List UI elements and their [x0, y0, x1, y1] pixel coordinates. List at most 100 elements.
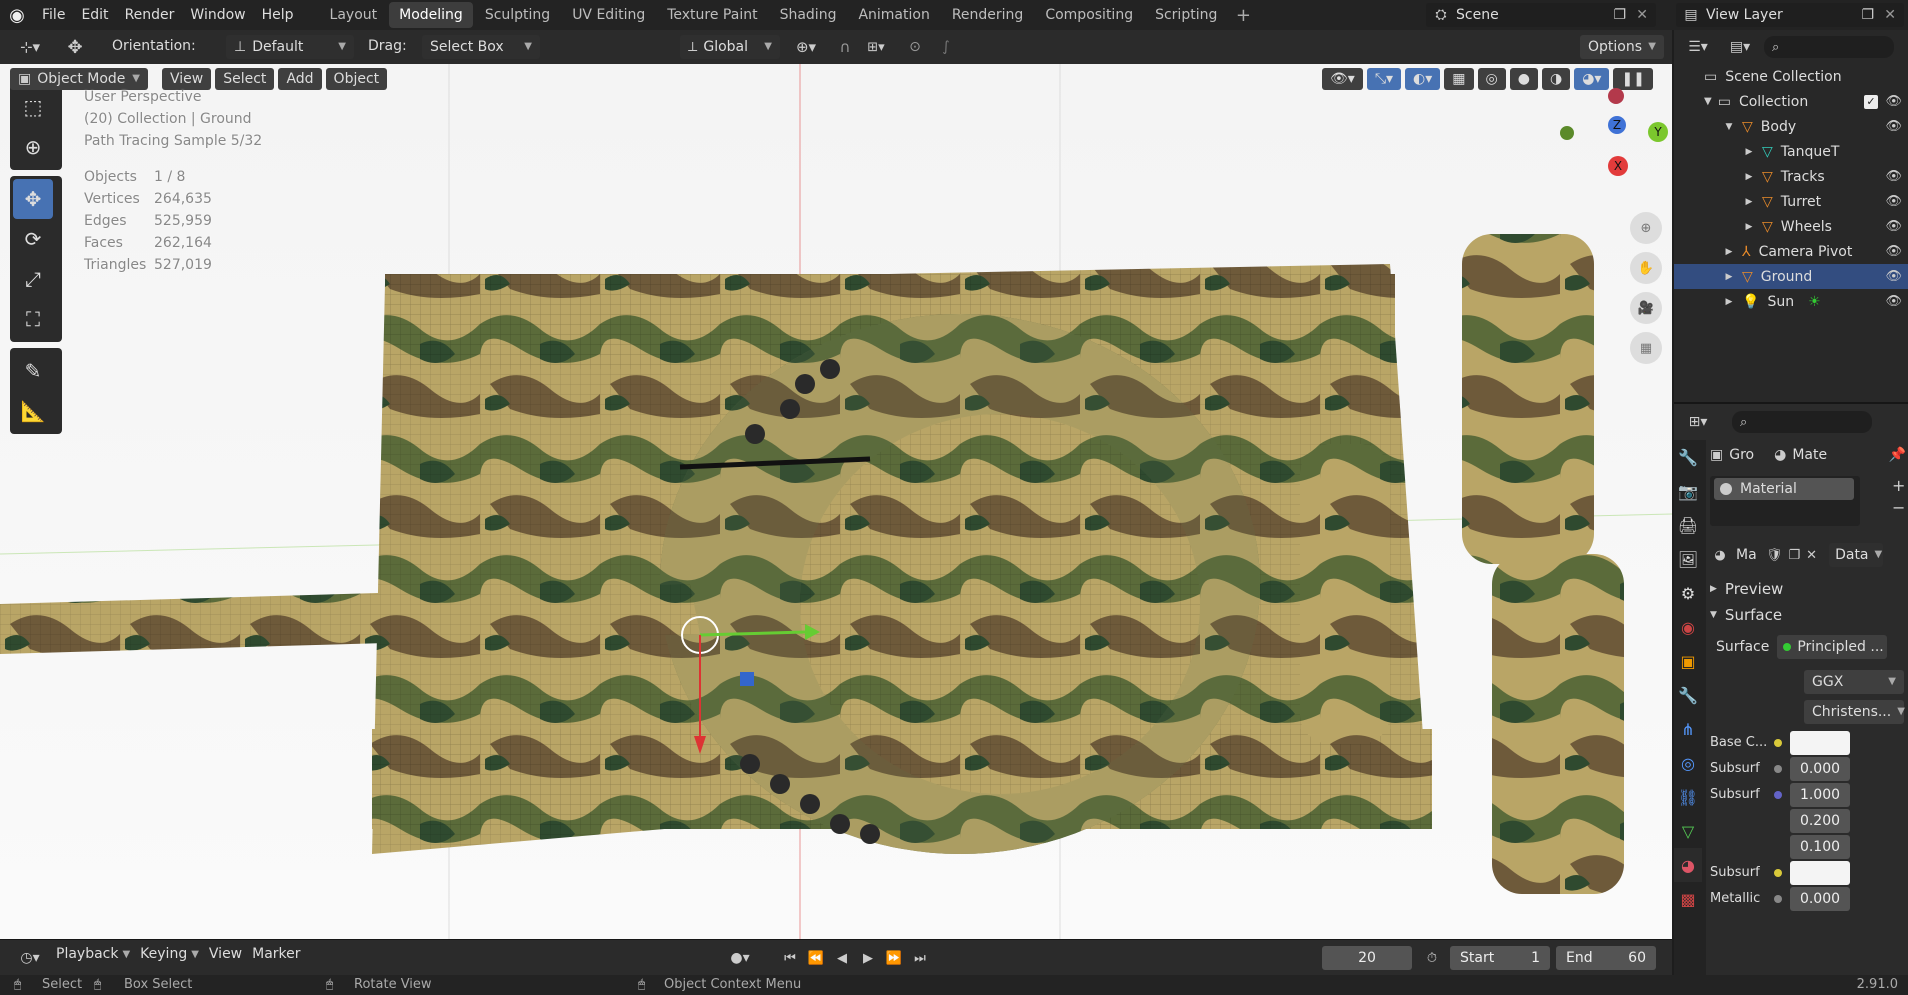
unlink-material-icon[interactable]: ✕	[1806, 548, 1817, 563]
menu-help[interactable]: Help	[254, 0, 302, 30]
start-frame-field[interactable]: Start 1	[1450, 946, 1550, 970]
eye-icon[interactable]: 👁	[1885, 294, 1902, 309]
transform-tool[interactable]: ⛶	[13, 299, 53, 339]
render-tab[interactable]: 📷	[1674, 474, 1702, 508]
expanded-icon[interactable]: ▼	[1724, 122, 1734, 132]
pivot-point-icon[interactable]: ⊕▾	[788, 35, 824, 59]
data-tab[interactable]: ▽	[1674, 814, 1702, 848]
subsurface-method-dropdown[interactable]: Christens... ▼	[1804, 700, 1905, 724]
outliner-editor-icon[interactable]: ☰▾	[1680, 35, 1716, 59]
xray-icon[interactable]: ▦	[1444, 68, 1474, 90]
camera-view-icon[interactable]: 🎥	[1630, 292, 1662, 324]
eye-icon[interactable]: 👁	[1885, 219, 1902, 234]
tab-compositing[interactable]: Compositing	[1035, 2, 1143, 28]
world-tab[interactable]: ◉	[1674, 610, 1702, 644]
jump-end-icon[interactable]: ⏭	[908, 946, 932, 970]
eye-icon[interactable]: 👁	[1885, 194, 1902, 209]
expand-icon[interactable]: ▶	[1724, 247, 1734, 257]
expand-icon[interactable]: ▶	[1744, 197, 1754, 207]
editor-type-icon[interactable]: ⊹▾	[10, 35, 50, 59]
visibility-icon[interactable]: 👁▾	[1322, 68, 1363, 90]
blender-logo-icon[interactable]: ◉	[0, 0, 34, 30]
view-layer-tab[interactable]: 🖼	[1674, 542, 1702, 576]
input-value-field[interactable]	[1790, 730, 1850, 755]
timeline-menu-view[interactable]: View	[209, 946, 242, 962]
timeline-editor-icon[interactable]: ◷▾	[10, 946, 50, 970]
y-axis[interactable]: Y	[1648, 122, 1668, 142]
collection-checkbox-icon[interactable]: ✓	[1864, 94, 1878, 109]
outliner-item[interactable]: ▶ ⅄ Camera Pivot 👁	[1674, 239, 1908, 264]
outliner-item[interactable]: ▶ 💡 Sun ☀ 👁	[1674, 289, 1908, 314]
proportional-editing-icon[interactable]: ⊙	[902, 35, 928, 59]
tab-layout[interactable]: Layout	[320, 2, 388, 28]
eye-icon[interactable]: 👁	[1885, 244, 1902, 259]
options-dropdown[interactable]: Options ▼	[1580, 35, 1664, 59]
select-box-tool[interactable]: ⬚	[13, 87, 53, 127]
transform-orientation-dropdown[interactable]: ⟂ Global ▼	[680, 35, 780, 59]
input-value-field[interactable]: 0.000	[1790, 886, 1850, 911]
perspective-toggle-icon[interactable]: ▦	[1630, 332, 1662, 364]
current-frame-field[interactable]: 20	[1322, 946, 1412, 970]
tab-animation[interactable]: Animation	[848, 2, 939, 28]
drag-dropdown[interactable]: Select Box ▼	[422, 35, 540, 59]
menu-window[interactable]: Window	[182, 0, 253, 30]
snap-icon[interactable]: ∩	[832, 35, 858, 59]
play-reverse-icon[interactable]: ◀	[830, 946, 854, 970]
prev-keyframe-icon[interactable]: ⏪	[804, 946, 828, 970]
material-name-field[interactable]: Ma	[1736, 547, 1760, 563]
modifier-tab[interactable]: 🔧	[1674, 678, 1702, 712]
surface-shader-field[interactable]: Principled ...	[1777, 635, 1888, 659]
timeline-menu-keying[interactable]: Keying	[140, 946, 187, 962]
neg-x-axis[interactable]	[1560, 126, 1574, 140]
add-menu[interactable]: Add	[278, 68, 322, 90]
input-value-field[interactable]: 0.000	[1790, 756, 1850, 781]
pan-hand-icon[interactable]: ✋	[1630, 252, 1662, 284]
material-slot-list[interactable]: Material	[1710, 476, 1860, 526]
add-slot-icon[interactable]: +	[1892, 476, 1905, 495]
shading-solid-icon[interactable]: ●	[1509, 68, 1538, 90]
record-icon[interactable]: ●▾	[720, 946, 760, 970]
navigation-gizmo[interactable]: Z Y X	[1552, 84, 1668, 194]
collection-expand-icon[interactable]: ▼	[1704, 96, 1712, 107]
rotate-tool[interactable]: ⟳	[13, 219, 53, 259]
menu-file[interactable]: File	[34, 0, 73, 30]
distribution-dropdown[interactable]: GGX ▼	[1804, 670, 1904, 694]
display-mode-icon[interactable]: ▤▾	[1722, 35, 1758, 59]
timeline-menu-playback[interactable]: Playback	[56, 946, 118, 962]
object-tab[interactable]: ▣	[1674, 644, 1702, 678]
expand-icon[interactable]: ▶	[1744, 222, 1754, 232]
measure-tool[interactable]: 📐	[13, 391, 53, 431]
tab-uv-editing[interactable]: UV Editing	[562, 2, 655, 28]
outliner-item[interactable]: ▶ ▽ Tracks 👁	[1674, 164, 1908, 189]
remove-slot-icon[interactable]: −	[1892, 498, 1905, 517]
outliner-item[interactable]: ▶ ▽ Wheels 👁	[1674, 214, 1908, 239]
orientation-dropdown[interactable]: ⊥ Default ▼	[226, 35, 354, 59]
tab-texture-paint[interactable]: Texture Paint	[657, 2, 767, 28]
material-slot-item[interactable]: Material	[1714, 478, 1854, 500]
eye-icon[interactable]: 👁	[1885, 94, 1902, 109]
properties-editor-icon[interactable]: ⊞▾	[1680, 410, 1716, 434]
add-workspace-icon[interactable]: +	[1231, 5, 1255, 26]
tab-scripting[interactable]: Scripting	[1145, 2, 1227, 28]
link-dropdown[interactable]: Data ▼	[1829, 543, 1884, 567]
input-value-field[interactable]: 0.100	[1790, 834, 1850, 859]
eye-icon[interactable]: 👁	[1885, 269, 1902, 284]
x-axis[interactable]: X	[1608, 156, 1628, 176]
snap-target-icon[interactable]: ⊞▾	[858, 35, 894, 59]
pin-icon[interactable]: 📌	[1889, 447, 1906, 463]
falloff-icon[interactable]: ∫	[928, 35, 964, 59]
scene-collection-row[interactable]: ▭ Scene Collection	[1674, 64, 1908, 89]
outliner-item[interactable]: ▶ ▽ Turret 👁	[1674, 189, 1908, 214]
output-tab[interactable]: 🖨	[1674, 508, 1702, 542]
zoom-icon[interactable]: ⊕	[1630, 212, 1662, 244]
outliner-item[interactable]: ▶ ▽ TanqueT	[1674, 139, 1908, 164]
texture-tab[interactable]: ▩	[1674, 882, 1702, 916]
fake-user-icon[interactable]: 🛡	[1766, 548, 1783, 563]
neg-z-axis[interactable]	[1608, 88, 1624, 104]
expand-icon[interactable]: ▶	[1744, 147, 1754, 157]
expand-icon[interactable]: ▶	[1724, 297, 1734, 307]
surface-panel-header[interactable]: ▼ Surface	[1710, 602, 1906, 628]
outliner-item[interactable]: ▼ ▽ Body 👁	[1674, 114, 1908, 139]
tab-shading[interactable]: Shading	[770, 2, 847, 28]
gizmo-toggle-icon[interactable]: ⤡▾	[1366, 68, 1402, 90]
